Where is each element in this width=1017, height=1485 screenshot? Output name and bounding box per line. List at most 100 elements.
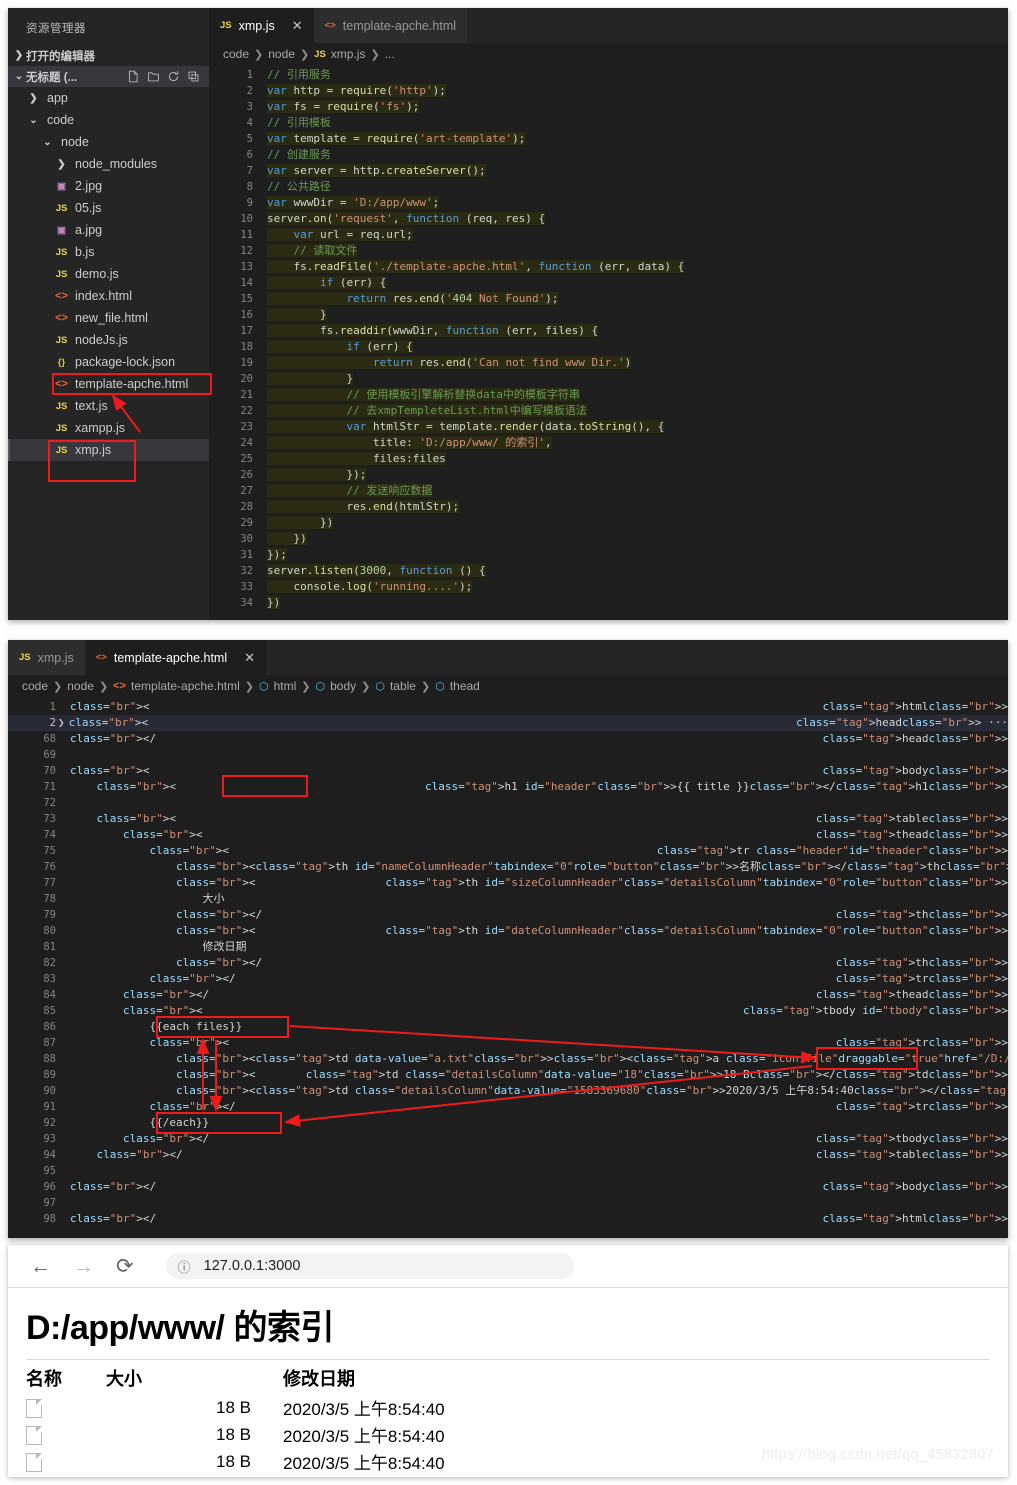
tree-item-template-apche-html[interactable]: <> template-apche.html: [8, 373, 209, 395]
code-line: 9 var wwwDir = 'D:/app/www';: [209, 195, 1008, 211]
breadcrumb-crumb-symbol[interactable]: ...: [385, 47, 395, 61]
line-number: 76: [43, 861, 56, 873]
code-line: 25 files:files: [209, 451, 1008, 467]
breadcrumb-crumb-table[interactable]: table: [390, 679, 416, 693]
tree-item-text-js[interactable]: JS text.js: [8, 395, 209, 417]
tree-item-app[interactable]: ❯ app: [8, 87, 209, 109]
column-header-date[interactable]: 修改日期: [275, 1364, 445, 1394]
tree-item-package-lock-json[interactable]: {} package-lock.json: [8, 351, 209, 373]
line-number: 20: [240, 373, 253, 385]
line-number: 83: [43, 973, 56, 985]
site-info-icon[interactable]: ⓘ: [178, 1257, 191, 1276]
line-number: 21: [240, 389, 253, 401]
column-header-size[interactable]: 大小: [98, 1364, 275, 1394]
breadcrumb-crumb-node[interactable]: node: [67, 679, 94, 693]
new-file-icon[interactable]: [127, 70, 140, 83]
column-header-name[interactable]: 名称: [26, 1364, 98, 1394]
line-source: return res.end('404 Not Found');: [267, 291, 1008, 307]
breadcrumb-crumb-node[interactable]: node: [268, 47, 295, 61]
close-icon[interactable]: ✕: [244, 651, 255, 664]
tree-item-index-html[interactable]: <> index.html: [8, 285, 209, 307]
tree-item-xampp-js[interactable]: JS xampp.js: [8, 417, 209, 439]
breadcrumb-crumb-code[interactable]: code: [223, 47, 249, 61]
reload-icon[interactable]: ⟳: [116, 1256, 134, 1277]
table-row[interactable]: 18 B2020/3/5 上午8:54:40: [26, 1475, 445, 1477]
cell-name[interactable]: [26, 1475, 98, 1477]
back-icon[interactable]: ←: [30, 1256, 51, 1277]
tree-item-demo-js[interactable]: JS demo.js: [8, 263, 209, 285]
open-editors-section[interactable]: ❯ 打开的编辑器: [8, 45, 209, 66]
chevron-right-icon: ❯: [29, 92, 38, 104]
tree-item-2-jpg[interactable]: ▣ 2.jpg: [8, 175, 209, 197]
tab-xmp-js[interactable]: JS xmp.js ✕: [209, 8, 314, 43]
code-line: 89 class="br">< class = "tag" >td class = "det…: [8, 1067, 1008, 1083]
table-row[interactable]: 18 B2020/3/5 上午8:54:40: [26, 1394, 445, 1421]
code-line: 73 class="br">< class = "tag" >table class = "b…: [8, 811, 1008, 827]
line-number: 33: [240, 581, 253, 593]
breadcrumb-crumb-file[interactable]: xmp.js: [331, 47, 366, 61]
line-source: var htmlStr = template.render(data.toStr…: [267, 419, 1008, 435]
code-content-bottom[interactable]: 1 class="br">< class = "tag" >html class = "br" >…: [8, 697, 1008, 1227]
breadcrumb-crumb-html[interactable]: html: [274, 679, 297, 693]
tab-template-apche-html[interactable]: <> template-apche.html: [313, 8, 468, 43]
forward-icon[interactable]: →: [73, 1256, 94, 1277]
line-number: 15: [240, 293, 253, 305]
breadcrumb-crumb-code[interactable]: code: [22, 679, 48, 693]
tree-item-label: demo.js: [75, 267, 119, 281]
breadcrumb-crumb-thead[interactable]: thead: [450, 679, 480, 693]
table-row[interactable]: 18 B2020/3/5 上午8:54:40: [26, 1448, 445, 1475]
line-number: 5: [246, 133, 253, 145]
cell-name[interactable]: [26, 1421, 98, 1448]
breadcrumb-crumb-file[interactable]: template-apche.html: [131, 679, 240, 693]
code-line: 81 修改日期: [8, 939, 1008, 955]
tree-item-a-jpg[interactable]: ▣ a.jpg: [8, 219, 209, 241]
line-source: var wwwDir = 'D:/app/www';: [267, 196, 440, 209]
close-icon[interactable]: ✕: [292, 19, 303, 32]
line-number: 1: [49, 701, 56, 713]
code-line: 90 class="br">< class = "tag" >td class = "det…: [8, 1083, 1008, 1099]
tree-item-node[interactable]: ⌄ node: [8, 131, 209, 153]
address-bar[interactable]: ⓘ 127.0.0.1:3000: [165, 1253, 574, 1279]
file-icon: [26, 1425, 42, 1445]
code-line: 93 class="br"></class = "tag" >tbody class = "…: [8, 1131, 1008, 1147]
code-line: 19 return res.end('Can not find www Dir.…: [209, 355, 1008, 371]
tree-item-xmp-js[interactable]: JS xmp.js: [8, 439, 209, 461]
line-number: 29: [240, 517, 253, 529]
tab-label: template-apche.html: [342, 18, 457, 33]
code-line: 96 class="br"></class = "tag" >body class = "br…: [8, 1179, 1008, 1195]
line-number: 13: [240, 261, 253, 273]
tree-item-code[interactable]: ⌄ code: [8, 109, 209, 131]
cell-name[interactable]: [26, 1394, 98, 1421]
breadcrumb-crumb-body[interactable]: body: [330, 679, 356, 693]
line-source: }): [267, 596, 281, 609]
tree-item-label: new_file.html: [75, 311, 148, 325]
workspace-section[interactable]: ⌄ 无标题 (...: [8, 66, 209, 87]
breadcrumb-top: code ❯ node ❯ JS xmp.js ❯ ...: [209, 43, 1008, 65]
collapse-all-icon[interactable]: [187, 70, 200, 83]
line-source: // 引用服务: [267, 68, 331, 81]
code-line: 15 return res.end('404 Not Found');: [209, 291, 1008, 307]
line-number: 93: [43, 1133, 56, 1145]
tab-template-apche-html[interactable]: <> template-apche.html ✕: [84, 640, 267, 675]
tree-item-node-modules[interactable]: ❯ node_modules: [8, 153, 209, 175]
cell-name[interactable]: [26, 1448, 98, 1475]
refresh-icon[interactable]: [167, 70, 180, 83]
code-content-top[interactable]: 1 // 引用服务 2 var http = require('http'); 3 var…: [209, 65, 1008, 611]
tab-xmp-js[interactable]: JS xmp.js: [8, 640, 85, 675]
tree-item-nodejs-js[interactable]: JS nodeJs.js: [8, 329, 209, 351]
table-row[interactable]: 18 B2020/3/5 上午8:54:40: [26, 1421, 445, 1448]
tree-item-new-file-html[interactable]: <> new_file.html: [8, 307, 209, 329]
line-number: 3: [246, 101, 253, 113]
line-number: 87: [43, 1037, 56, 1049]
tree-item-b-js[interactable]: JS b.js: [8, 241, 209, 263]
new-folder-icon[interactable]: [147, 70, 160, 83]
chevron-right-icon: ❯: [420, 680, 431, 693]
line-number: 19: [240, 357, 253, 369]
line-source: class="br"><: [96, 780, 177, 793]
tree-item-05-js[interactable]: JS 05.js: [8, 197, 209, 219]
line-source: if (err) {: [267, 275, 1008, 291]
tabbar-filler: [467, 8, 1008, 43]
line-number: 71: [43, 781, 56, 793]
line-source: // 使用模板引擎解析替换data中的模板字符串: [267, 388, 580, 401]
line-source: }: [267, 372, 354, 385]
